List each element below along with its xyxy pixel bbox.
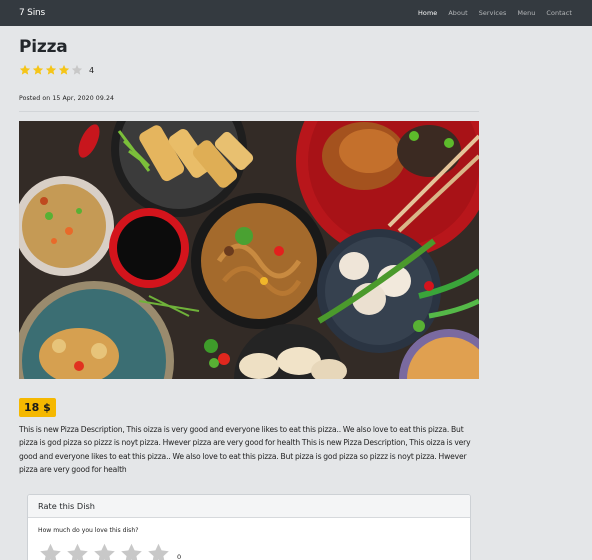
nav-link-about[interactable]: About [448, 9, 467, 17]
star-icon [32, 64, 44, 75]
star-icon [58, 64, 70, 75]
rate-star-5-icon[interactable] [146, 542, 171, 560]
rate-star-4-icon[interactable] [119, 542, 144, 560]
posted-date: Posted on 15 Apr, 2020 09.24 [19, 95, 115, 102]
nav-links: Home About Services Menu Contact [407, 9, 572, 17]
nav-link-menu[interactable]: Menu [517, 9, 535, 17]
dish-image [19, 121, 479, 379]
dish-title: Pizza [19, 37, 68, 57]
rate-question: How much do you love this dish? [38, 527, 139, 534]
nav-link-contact[interactable]: Contact [546, 9, 572, 17]
dish-rating: 4 [19, 64, 94, 76]
rate-stars: 0 [38, 542, 460, 560]
star-empty-icon [71, 64, 83, 75]
brand-logo-link[interactable]: 7 Sins [19, 8, 45, 18]
rate-star-2-icon[interactable] [65, 542, 90, 560]
rate-card: Rate this Dish How much do you love this… [27, 494, 471, 560]
rate-star-3-icon[interactable] [92, 542, 117, 560]
price-badge: 18 $ [19, 398, 56, 417]
star-icon [45, 64, 57, 75]
nav-link-home[interactable]: Home [418, 9, 437, 17]
navbar: 7 Sins Home About Services Menu Contact [0, 0, 592, 26]
rating-count: 4 [89, 65, 95, 75]
rate-card-body: How much do you love this dish? 0 [28, 518, 470, 560]
star-icon [19, 64, 31, 75]
rate-card-header: Rate this Dish [28, 495, 470, 518]
divider [19, 111, 479, 112]
dish-description: This is new Pizza Description, This oizz… [19, 425, 471, 474]
rate-value: 0 [177, 553, 182, 560]
nav-link-services[interactable]: Services [479, 9, 507, 17]
rate-star-1-icon[interactable] [38, 542, 63, 560]
